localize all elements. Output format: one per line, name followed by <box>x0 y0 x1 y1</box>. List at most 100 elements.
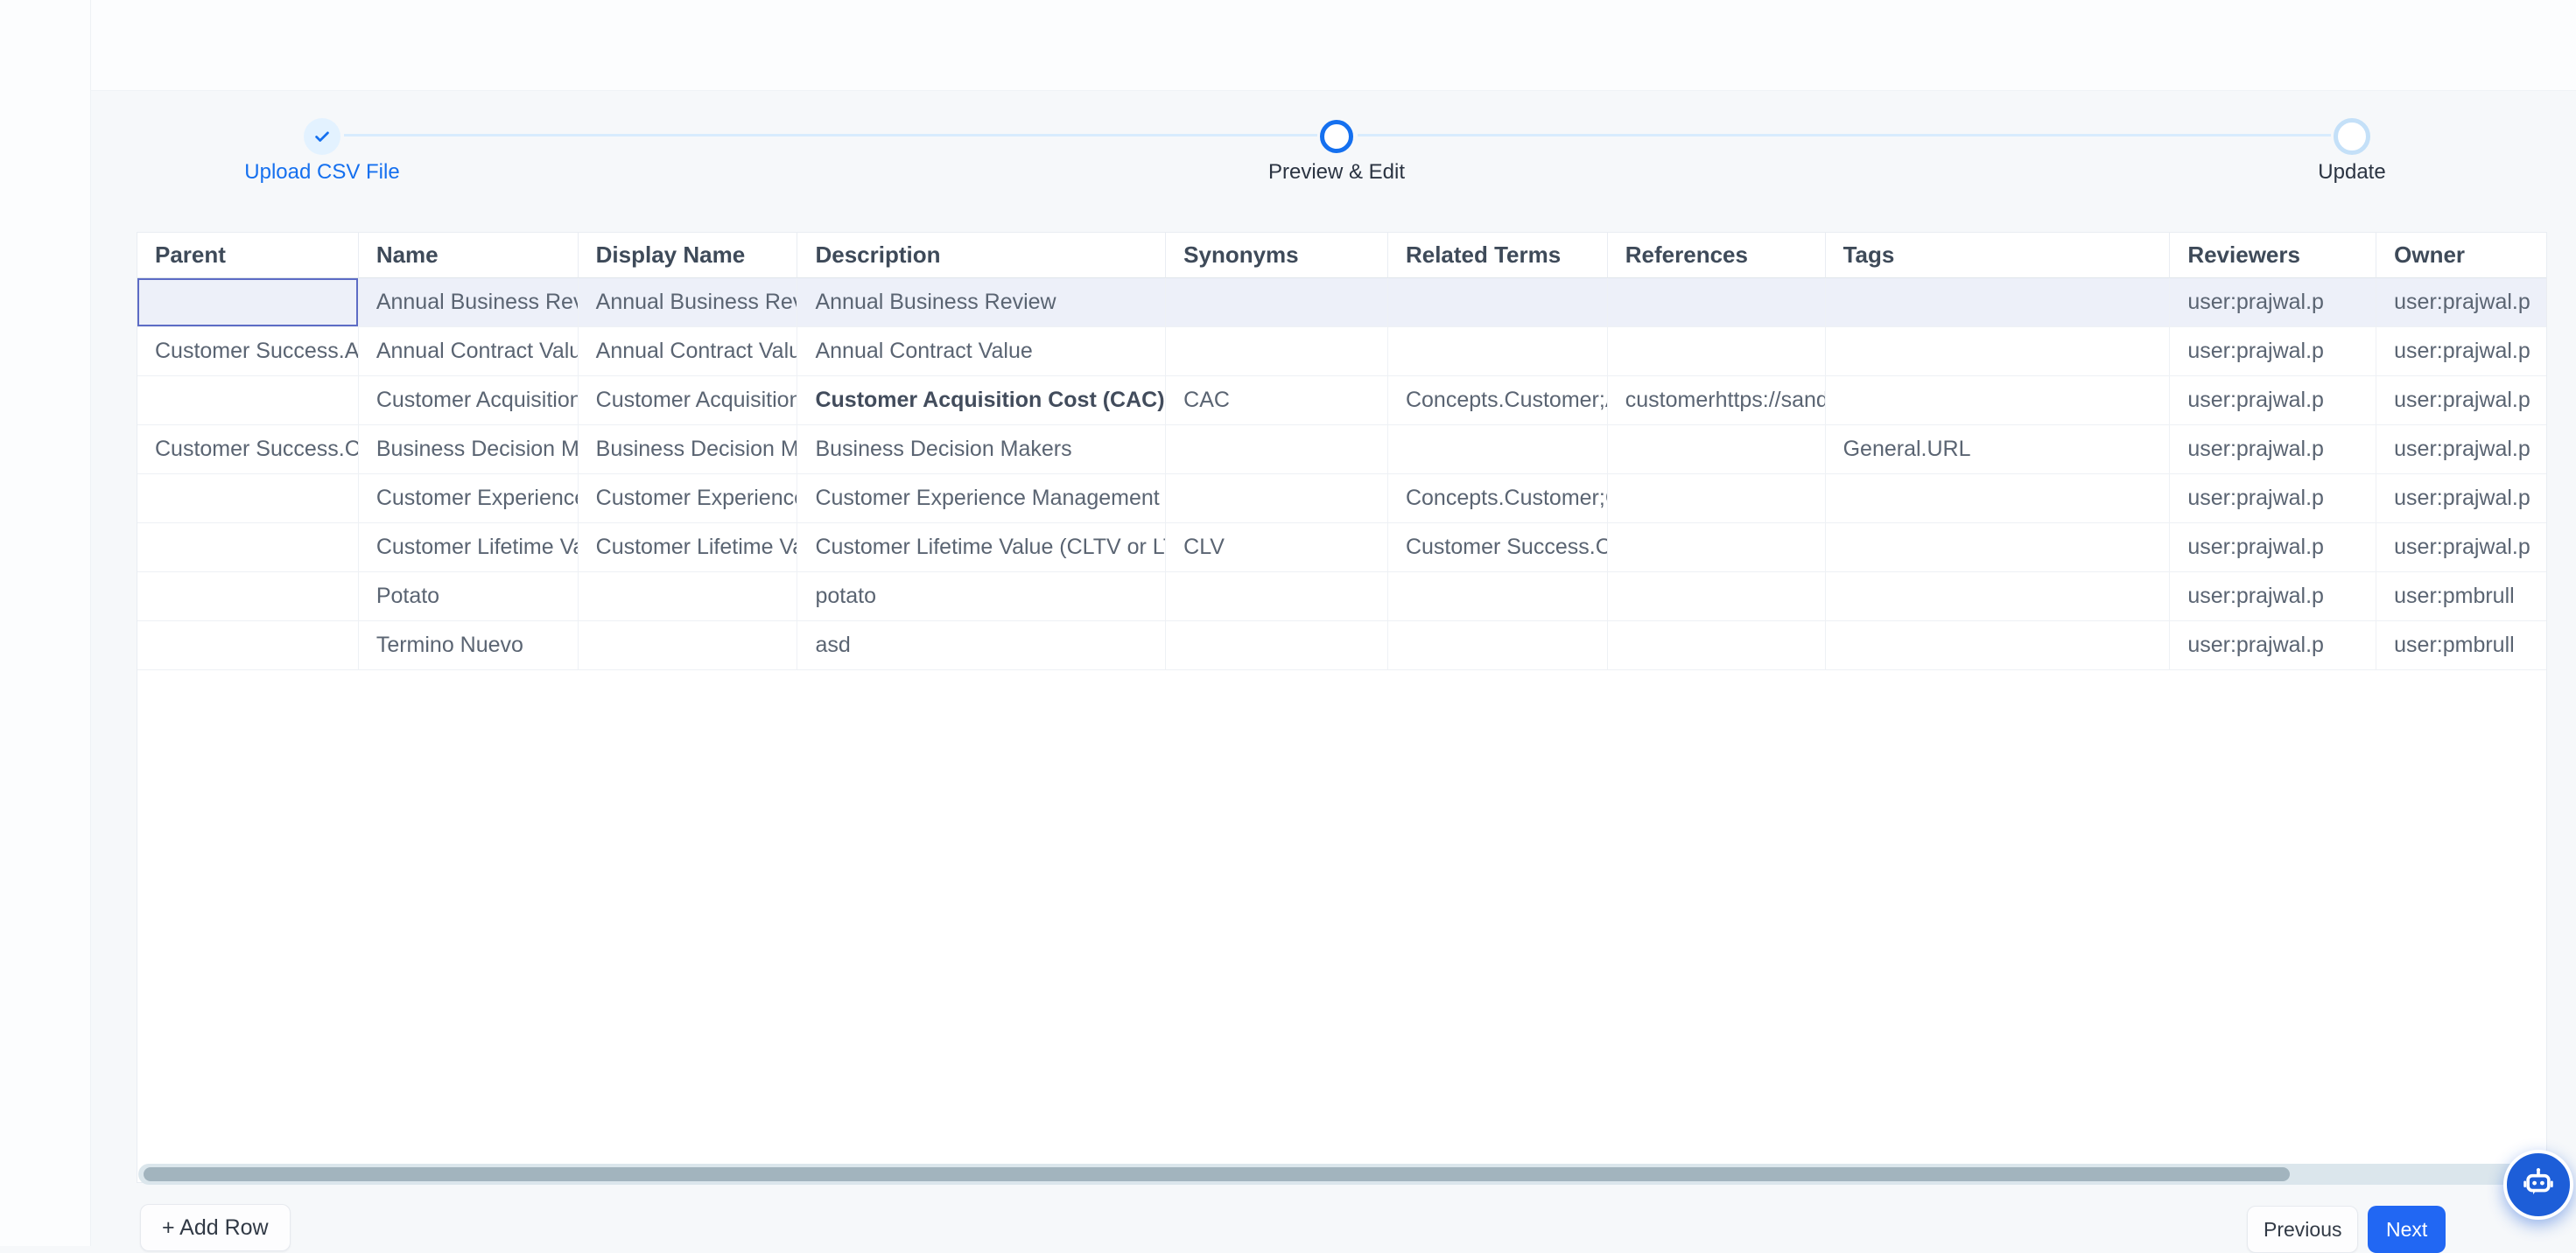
table-cell[interactable]: Customer Experience ... <box>579 474 798 523</box>
table-cell[interactable]: user:prajwal.p <box>2170 278 2376 327</box>
table-cell[interactable] <box>579 621 798 670</box>
table-cell[interactable]: CAC <box>1166 376 1388 425</box>
table-cell[interactable] <box>1826 278 2171 327</box>
column-header-description[interactable]: Description <box>797 233 1166 278</box>
column-header-parent[interactable]: Parent <box>137 233 359 278</box>
table-cell[interactable]: potato <box>797 572 1166 621</box>
table-cell[interactable] <box>1166 621 1388 670</box>
table-cell[interactable]: Annual Business Revie... <box>579 278 798 327</box>
table-cell[interactable]: customerhttps://sandb... <box>1608 376 1826 425</box>
table-cell[interactable]: Customer Acquisition ... <box>579 376 798 425</box>
table-cell[interactable] <box>137 474 359 523</box>
table-cell[interactable] <box>1166 425 1388 474</box>
table-cell[interactable] <box>137 572 359 621</box>
table-cell[interactable] <box>1608 474 1826 523</box>
table-cell[interactable] <box>137 523 359 572</box>
table-cell[interactable]: user:prajwal.p <box>2170 327 2376 376</box>
table-cell[interactable]: Customer Success.An... <box>137 327 359 376</box>
horizontal-scrollbar-thumb[interactable] <box>144 1167 2290 1181</box>
column-header-tags[interactable]: Tags <box>1826 233 2171 278</box>
table-cell[interactable] <box>1166 474 1388 523</box>
table-cell[interactable] <box>137 376 359 425</box>
table-cell[interactable]: user:prajwal.p <box>2170 474 2376 523</box>
left-sidebar <box>0 0 91 1246</box>
table-cell[interactable] <box>1388 572 1608 621</box>
table-cell[interactable]: Customer Lifetime Value (CLTV or LTV) i.… <box>797 523 1166 572</box>
table-cell[interactable] <box>1826 523 2171 572</box>
step-connector <box>1358 134 2331 136</box>
table-cell[interactable]: Customer Success.Cu... <box>137 425 359 474</box>
table-cell[interactable] <box>1608 621 1826 670</box>
table-cell[interactable]: Termino Nuevo <box>359 621 579 670</box>
table-cell[interactable]: Annual Contract Value <box>797 327 1166 376</box>
table-cell[interactable]: user:prajwal.p <box>2376 425 2546 474</box>
step-preview-indicator <box>1320 120 1353 153</box>
table-cell[interactable]: Customer Acquisition Cost (CAC) is a ... <box>797 376 1166 425</box>
table-cell[interactable]: Business Decision Ma... <box>579 425 798 474</box>
table-cell[interactable]: user:prajwal.p <box>2170 523 2376 572</box>
table-cell[interactable]: user:prajwal.p <box>2376 327 2546 376</box>
table-cell[interactable]: Annual Contract Value ... <box>579 327 798 376</box>
table-cell[interactable]: Customer Lifetime Val... <box>579 523 798 572</box>
table-cell[interactable] <box>579 572 798 621</box>
table-cell[interactable] <box>1166 572 1388 621</box>
column-header-related-terms[interactable]: Related Terms <box>1388 233 1608 278</box>
table-cell[interactable]: user:prajwal.p <box>2376 523 2546 572</box>
table-cell[interactable] <box>1388 327 1608 376</box>
table-cell[interactable] <box>1608 327 1826 376</box>
table-cell[interactable] <box>1826 572 2171 621</box>
table-cell[interactable]: Customer Success.Cu... <box>1388 523 1608 572</box>
table-cell[interactable]: user:prajwal.p <box>2170 425 2376 474</box>
table-cell[interactable]: Concepts.Customer;C... <box>1388 474 1608 523</box>
table-cell[interactable] <box>1608 278 1826 327</box>
column-header-name[interactable]: Name <box>359 233 579 278</box>
table-cell[interactable]: asd <box>797 621 1166 670</box>
step-label-upload[interactable]: Upload CSV File <box>208 160 436 185</box>
chatbot-button[interactable] <box>2503 1150 2573 1220</box>
table-cell[interactable]: Annual Contract Value <box>359 327 579 376</box>
table-cell[interactable]: user:pmbrull <box>2376 621 2546 670</box>
table-cell[interactable] <box>1166 327 1388 376</box>
table-cell[interactable]: user:prajwal.p <box>2170 572 2376 621</box>
table-cell[interactable]: user:prajwal.p <box>2376 474 2546 523</box>
table-cell[interactable] <box>137 278 359 327</box>
table-cell[interactable]: Potato <box>359 572 579 621</box>
table-cell[interactable]: user:prajwal.p <box>2376 376 2546 425</box>
table-cell[interactable]: Business Decision Ma... <box>359 425 579 474</box>
table-cell[interactable]: Annual Business Review <box>359 278 579 327</box>
table-cell[interactable]: Concepts.Customer;A... <box>1388 376 1608 425</box>
table-cell[interactable] <box>137 621 359 670</box>
table-cell[interactable]: CLV <box>1166 523 1388 572</box>
step-label-preview[interactable]: Preview & Edit <box>1223 160 1450 185</box>
table-cell[interactable] <box>1826 376 2171 425</box>
table-cell[interactable] <box>1608 425 1826 474</box>
table-cell[interactable]: Business Decision Makers <box>797 425 1166 474</box>
table-cell[interactable]: user:prajwal.p <box>2376 278 2546 327</box>
table-cell[interactable]: Annual Business Review <box>797 278 1166 327</box>
table-cell[interactable] <box>1388 278 1608 327</box>
step-label-update[interactable]: Update <box>2238 160 2466 185</box>
table-cell[interactable] <box>1826 474 2171 523</box>
table-cell[interactable]: Customer Lifetime Value <box>359 523 579 572</box>
table-cell[interactable]: user:prajwal.p <box>2170 376 2376 425</box>
table-row: Customer Success.Cu...Business Decision … <box>137 425 2546 474</box>
table-cell[interactable]: user:pmbrull <box>2376 572 2546 621</box>
column-header-owner[interactable]: Owner <box>2376 233 2546 278</box>
column-header-synonyms[interactable]: Synonyms <box>1166 233 1388 278</box>
table-cell[interactable]: General.URL <box>1826 425 2171 474</box>
add-row-button[interactable]: + Add Row <box>140 1204 291 1251</box>
table-cell[interactable] <box>1608 523 1826 572</box>
table-cell[interactable] <box>1826 621 2171 670</box>
table-cell[interactable]: Customer Experience Management <box>797 474 1166 523</box>
table-cell[interactable]: user:prajwal.p <box>2170 621 2376 670</box>
column-header-reviewers[interactable]: Reviewers <box>2170 233 2376 278</box>
table-cell[interactable]: Customer Experience ... <box>359 474 579 523</box>
table-cell[interactable] <box>1826 327 2171 376</box>
table-cell[interactable] <box>1166 278 1388 327</box>
column-header-references[interactable]: References <box>1608 233 1826 278</box>
column-header-display-name[interactable]: Display Name <box>579 233 798 278</box>
table-cell[interactable] <box>1388 425 1608 474</box>
table-cell[interactable] <box>1388 621 1608 670</box>
table-cell[interactable]: Customer Acquisition ... <box>359 376 579 425</box>
table-cell[interactable] <box>1608 572 1826 621</box>
